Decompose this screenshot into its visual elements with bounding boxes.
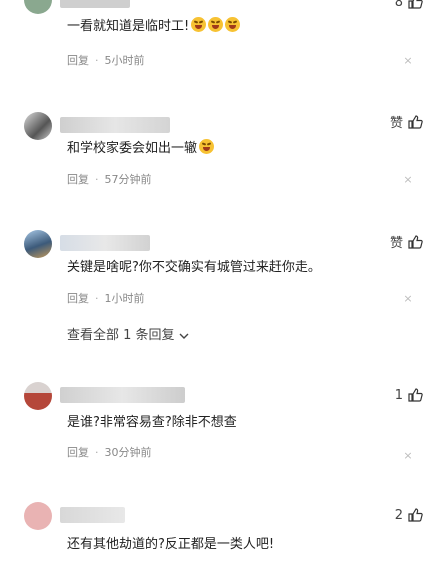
avatar[interactable] (24, 0, 52, 14)
timestamp: 5小时前 (104, 54, 145, 67)
username-blurred[interactable] (60, 117, 170, 133)
like-count: 8 (394, 0, 403, 10)
reply-button[interactable]: 回复 (67, 173, 89, 186)
thumbs-up-icon (408, 0, 423, 9)
avatar[interactable] (24, 502, 52, 530)
close-icon[interactable]: × (403, 174, 413, 185)
comment-text: 关键是啥呢?你不交确实有城管过来赶你走。 (67, 260, 321, 275)
comment-meta: 回复 · 30分钟前 (67, 446, 152, 459)
username-blurred[interactable] (60, 0, 130, 8)
thumbs-up-icon (408, 388, 423, 402)
thumbs-up-icon (408, 234, 423, 249)
laughing-emoji-icon (225, 17, 241, 32)
chevron-down-icon (179, 333, 189, 339)
like-count: 1 (394, 387, 403, 403)
username-blurred[interactable] (60, 387, 185, 403)
like-button[interactable]: 8 (395, 0, 423, 10)
like-button[interactable]: 赞 (390, 232, 423, 251)
avatar[interactable] (24, 112, 52, 140)
like-button[interactable]: 2 (395, 507, 423, 523)
username-blurred[interactable] (60, 507, 125, 523)
avatar[interactable] (24, 382, 52, 410)
like-button[interactable]: 1 (395, 387, 423, 403)
close-icon[interactable]: × (403, 55, 413, 66)
username-blurred[interactable] (60, 235, 150, 251)
timestamp: 1小时前 (104, 292, 145, 305)
like-label: 赞 (389, 236, 403, 251)
timestamp: 30分钟前 (104, 446, 152, 459)
reply-button[interactable]: 回复 (67, 446, 89, 459)
view-all-replies-link[interactable]: 查看全部 1 条回复 (67, 324, 189, 343)
thumbs-up-icon (408, 508, 423, 522)
avatar[interactable] (24, 230, 52, 258)
close-icon[interactable]: × (403, 450, 413, 461)
reply-button[interactable]: 回复 (67, 292, 89, 305)
thumbs-up-icon (408, 114, 423, 129)
comment-meta: 回复 · 1小时前 (67, 292, 145, 305)
like-label: 赞 (389, 116, 403, 131)
reply-button[interactable]: 回复 (67, 54, 89, 67)
timestamp: 57分钟前 (104, 173, 152, 186)
laughing-emoji-icon (208, 17, 224, 32)
comment-text: 和学校家委会如出一辙 (67, 139, 215, 158)
comment-text: 还有其他劫道的?反正都是一类人吧! (67, 537, 275, 552)
comment-meta: 回复 · 57分钟前 (67, 173, 152, 186)
comment-text: 一看就知道是临时工! (67, 17, 241, 36)
close-icon[interactable]: × (403, 293, 413, 304)
like-button[interactable]: 赞 (390, 112, 423, 131)
laughing-emoji-icon (191, 17, 207, 32)
comment-text: 是谁?非常容易查?除非不想查 (67, 415, 237, 430)
laughing-emoji-icon (199, 139, 215, 154)
comment-meta: 回复 · 5小时前 (67, 54, 145, 67)
like-count: 2 (394, 507, 403, 523)
